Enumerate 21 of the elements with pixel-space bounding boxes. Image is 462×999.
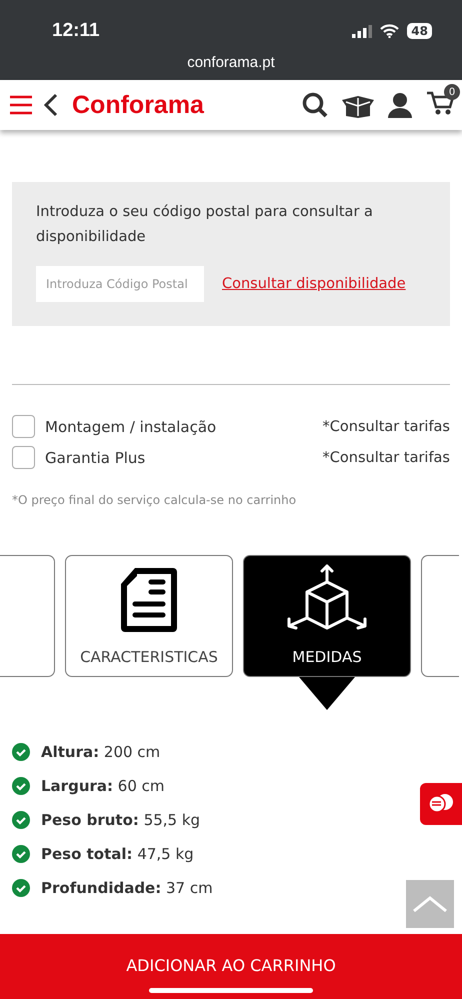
status-time: 12:11 <box>52 20 100 42</box>
measure-text: Peso total: 47,5 kg <box>41 845 194 863</box>
measure-text: Largura: 60 cm <box>41 777 165 795</box>
service-price-note: *Consultar tarifas <box>322 450 450 466</box>
measure-text: Peso bruto: 55,5 kg <box>41 811 200 829</box>
logo[interactable]: Conforama <box>72 90 290 120</box>
service-label: Montagem / instalação <box>45 418 218 436</box>
measure-text: Altura: 200 cm <box>41 743 160 761</box>
cart-count-badge: 0 <box>444 84 460 100</box>
service-price-footnote: *O preço final do serviço calcula-se no carrinho <box>12 493 298 507</box>
battery-level: 48 <box>407 23 432 39</box>
service-price-note: *Consultar tarifas <box>322 418 450 434</box>
product-info-tab[interactable]: CARACTERISTICAS <box>65 555 233 677</box>
add-to-cart-button[interactable]: ADICIONAR AO CARRINHO <box>0 934 462 999</box>
address-bar-url[interactable]: conforama.pt <box>187 54 275 71</box>
check-availability-link[interactable]: Consultar disponibilidade <box>222 276 406 292</box>
postal-code-field[interactable]: Introduza Código Postal <box>36 266 204 302</box>
availability-instructions: Introduza o seu código postal para consultar a disponibilidade <box>36 203 374 247</box>
product-info-tab[interactable]: MEDIDAS <box>243 555 411 677</box>
service-label: Garantia Plus <box>45 448 146 466</box>
measure-text: Profundidade: 37 cm <box>41 879 213 897</box>
